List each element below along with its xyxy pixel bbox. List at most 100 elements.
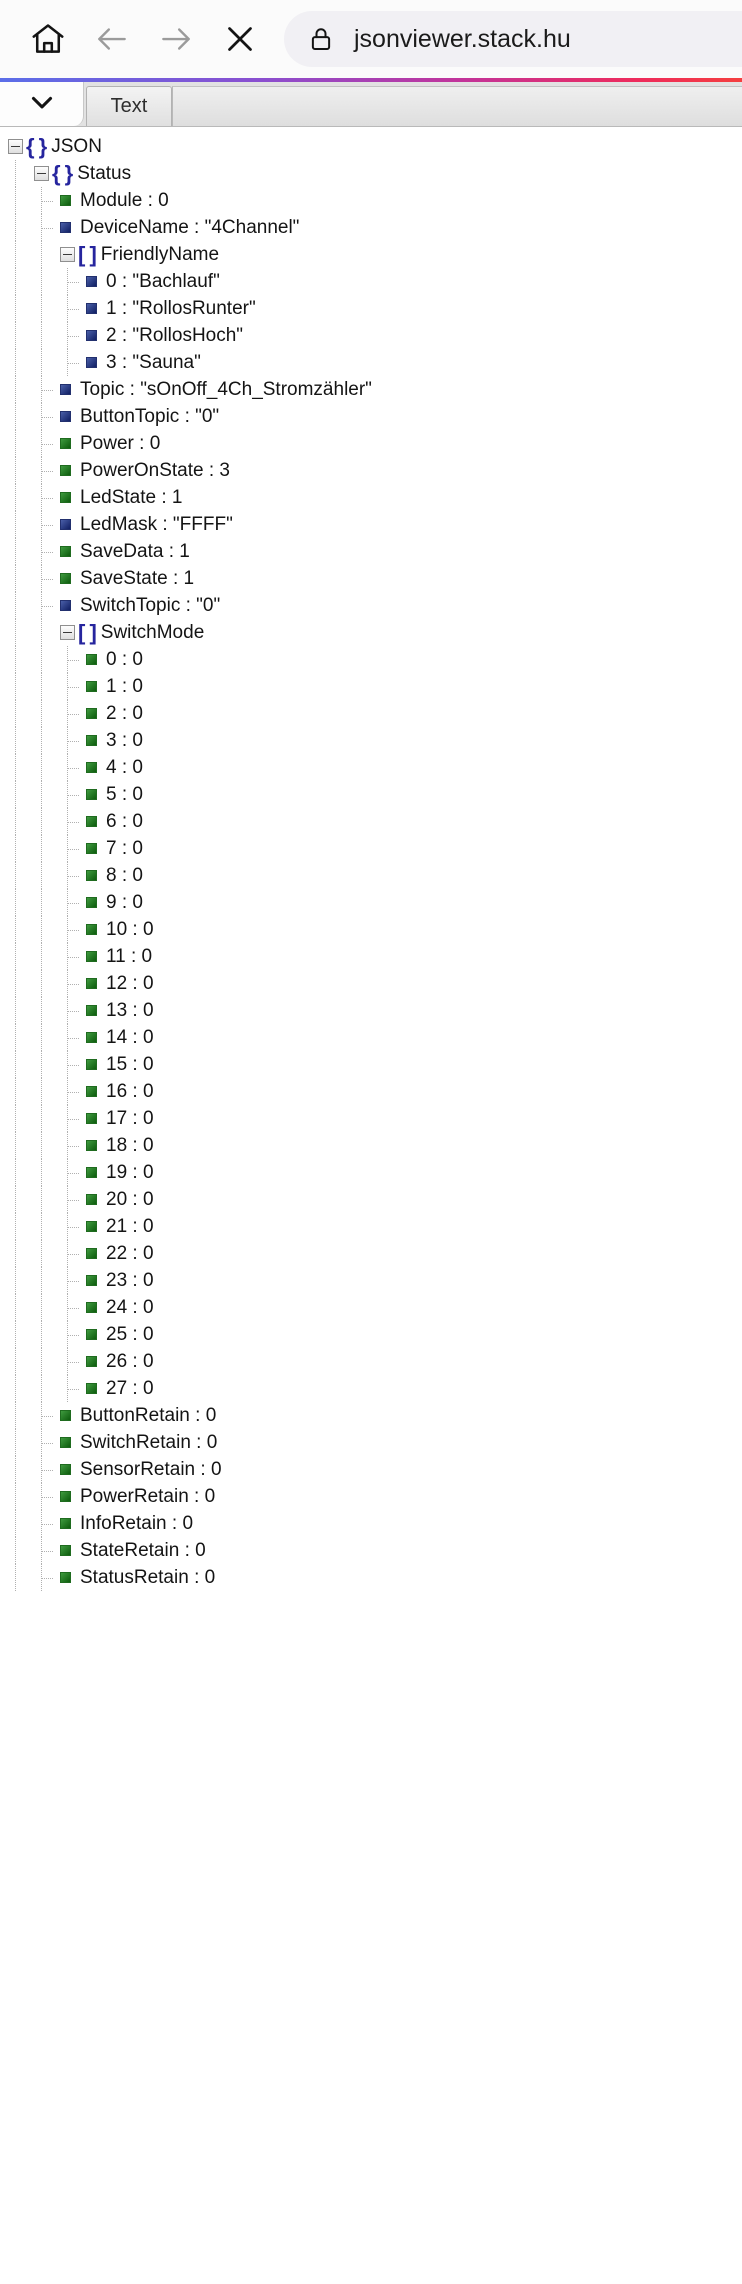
home-button[interactable]: [16, 7, 80, 71]
address-bar[interactable]: jsonviewer.stack.hu: [284, 11, 742, 67]
tree-elbow-line: [67, 1145, 79, 1147]
tree-node[interactable]: SwitchRetain : 0: [0, 1429, 742, 1456]
tree-node[interactable]: 3 : "Sauna": [0, 349, 742, 376]
tree-node[interactable]: SaveState : 1: [0, 565, 742, 592]
tree-node[interactable]: Power : 0: [0, 430, 742, 457]
tree-node[interactable]: 4 : 0: [0, 754, 742, 781]
tree-node[interactable]: 9 : 0: [0, 889, 742, 916]
tree-node[interactable]: DeviceName : "4Channel": [0, 214, 742, 241]
tree-elbow-line: [67, 335, 79, 337]
stop-loading-button[interactable]: [208, 7, 272, 71]
tree-node[interactable]: PowerOnState : 3: [0, 457, 742, 484]
tree-node-label: 1 : "RollosRunter": [106, 298, 256, 319]
number-value-icon: [86, 708, 97, 719]
tree-node[interactable]: 17 : 0: [0, 1105, 742, 1132]
url-text: jsonviewer.stack.hu: [354, 24, 571, 53]
tree-node[interactable]: 0 : 0: [0, 646, 742, 673]
tree-collapse-toggle[interactable]: [60, 247, 75, 262]
tree-node-label: FriendlyName: [100, 244, 220, 265]
forward-button[interactable]: [144, 7, 208, 71]
number-value-icon: [86, 1059, 97, 1070]
number-value-icon: [86, 1167, 97, 1178]
tree-node[interactable]: 2 : "RollosHoch": [0, 322, 742, 349]
number-value-icon: [86, 816, 97, 827]
tree-node[interactable]: InfoRetain : 0: [0, 1510, 742, 1537]
tree-node[interactable]: SensorRetain : 0: [0, 1456, 742, 1483]
tree-node[interactable]: 1 : 0: [0, 673, 742, 700]
tree-node[interactable]: 23 : 0: [0, 1267, 742, 1294]
tree-node[interactable]: StateRetain : 0: [0, 1537, 742, 1564]
tree-node-label: InfoRetain : 0: [80, 1513, 194, 1534]
tree-node[interactable]: SwitchTopic : "0": [0, 592, 742, 619]
tree-node-label: ButtonTopic : "0": [80, 406, 220, 427]
tree-node[interactable]: 5 : 0: [0, 781, 742, 808]
tree-node[interactable]: 14 : 0: [0, 1024, 742, 1051]
tree-node[interactable]: 22 : 0: [0, 1240, 742, 1267]
tree-node-label: SaveData : 1: [80, 541, 190, 562]
string-value-icon: [60, 519, 71, 530]
tree-node[interactable]: 16 : 0: [0, 1078, 742, 1105]
string-value-icon: [86, 303, 97, 314]
tree-node-label: 1 : 0: [106, 676, 143, 697]
collapse-toolbar-button[interactable]: [0, 82, 84, 126]
tree-collapse-toggle[interactable]: [34, 166, 49, 181]
tree-elbow-line: [67, 1280, 79, 1282]
tree-node[interactable]: { } Status: [0, 160, 742, 187]
tree-node[interactable]: 27 : 0: [0, 1375, 742, 1402]
tree-node[interactable]: 21 : 0: [0, 1213, 742, 1240]
string-value-icon: [60, 600, 71, 611]
number-value-icon: [60, 573, 71, 584]
tree-collapse-toggle[interactable]: [60, 625, 75, 640]
tree-node[interactable]: ButtonRetain : 0: [0, 1402, 742, 1429]
number-value-icon: [86, 1140, 97, 1151]
back-button[interactable]: [80, 7, 144, 71]
string-value-icon: [86, 357, 97, 368]
tree-node[interactable]: 8 : 0: [0, 862, 742, 889]
tree-node[interactable]: 24 : 0: [0, 1294, 742, 1321]
tree-elbow-line: [67, 281, 79, 283]
tree-node[interactable]: 11 : 0: [0, 943, 742, 970]
tree-node[interactable]: 7 : 0: [0, 835, 742, 862]
tree-elbow-line: [41, 1496, 53, 1498]
tree-node-label: 15 : 0: [106, 1054, 154, 1075]
tree-node-label: Power : 0: [80, 433, 161, 454]
tree-node[interactable]: 0 : "Bachlauf": [0, 268, 742, 295]
tree-node[interactable]: 3 : 0: [0, 727, 742, 754]
string-value-icon: [60, 222, 71, 233]
number-value-icon: [86, 951, 97, 962]
tree-node[interactable]: LedMask : "FFFF": [0, 511, 742, 538]
tree-node[interactable]: Topic : "sOnOff_4Ch_Stromzähler": [0, 376, 742, 403]
tree-node[interactable]: { } JSON: [0, 133, 742, 160]
tree-elbow-line: [67, 983, 79, 985]
tree-node-label: 3 : "Sauna": [106, 352, 201, 373]
tree-node-label: SaveState : 1: [80, 568, 195, 589]
tree-node[interactable]: 25 : 0: [0, 1321, 742, 1348]
tree-node[interactable]: LedState : 1: [0, 484, 742, 511]
tree-node[interactable]: StatusRetain : 0: [0, 1564, 742, 1591]
tree-node[interactable]: ButtonTopic : "0": [0, 403, 742, 430]
tree-node[interactable]: 19 : 0: [0, 1159, 742, 1186]
tree-node[interactable]: 6 : 0: [0, 808, 742, 835]
tree-node[interactable]: 20 : 0: [0, 1186, 742, 1213]
tab-text[interactable]: Text: [86, 86, 172, 126]
tree-node[interactable]: [ ] SwitchMode: [0, 619, 742, 646]
tree-node[interactable]: 18 : 0: [0, 1132, 742, 1159]
tree-node-label: SwitchMode: [100, 622, 205, 643]
tree-node[interactable]: 12 : 0: [0, 970, 742, 997]
tree-node[interactable]: [ ] FriendlyName: [0, 241, 742, 268]
tree-node[interactable]: 15 : 0: [0, 1051, 742, 1078]
tree-node[interactable]: 2 : 0: [0, 700, 742, 727]
number-value-icon: [86, 789, 97, 800]
tree-node-label: PowerOnState : 3: [80, 460, 230, 481]
tree-node[interactable]: SaveData : 1: [0, 538, 742, 565]
tree-node-label: SwitchRetain : 0: [80, 1432, 218, 1453]
tree-elbow-line: [41, 1469, 53, 1471]
tree-node[interactable]: 1 : "RollosRunter": [0, 295, 742, 322]
tree-collapse-toggle[interactable]: [8, 139, 23, 154]
tree-node[interactable]: 10 : 0: [0, 916, 742, 943]
tree-node[interactable]: PowerRetain : 0: [0, 1483, 742, 1510]
tree-node[interactable]: Module : 0: [0, 187, 742, 214]
tree-node[interactable]: 26 : 0: [0, 1348, 742, 1375]
tree-node[interactable]: 13 : 0: [0, 997, 742, 1024]
